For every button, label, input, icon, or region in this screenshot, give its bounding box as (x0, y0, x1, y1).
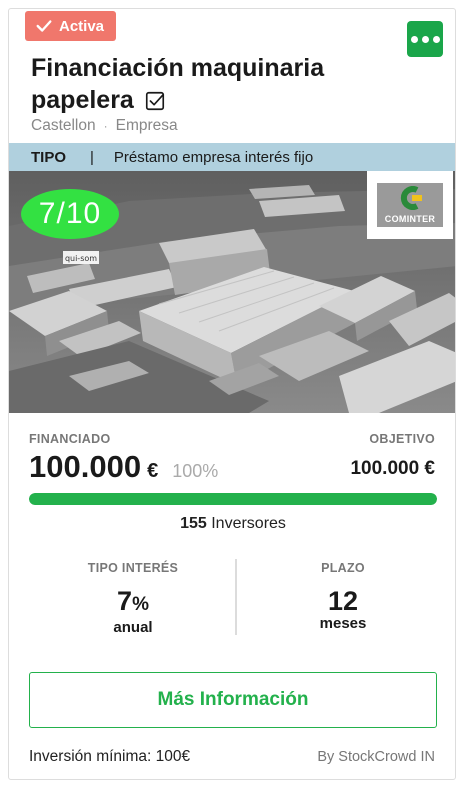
type-bar: TIPO | Préstamo empresa interés fijo (9, 143, 455, 171)
funded-amount: 100.000 € 100% (29, 449, 218, 485)
category-text: Empresa (115, 117, 178, 134)
type-value: Préstamo empresa interés fijo (113, 148, 314, 166)
investors-count: 155 Inversores (9, 515, 455, 533)
interest-percent-symbol: % (132, 594, 149, 615)
objective-amount: 100.000 € (350, 458, 435, 479)
type-label: TIPO (31, 148, 67, 166)
more-info-button[interactable]: Más Información (29, 672, 437, 728)
interest-label: TIPO INTERÉS (87, 561, 179, 575)
term-unit: meses (319, 615, 367, 632)
risk-score-badge: 7/10 (21, 189, 119, 239)
more-dots-icon-2 (421, 35, 429, 43)
platform-text: By StockCrowd IN (317, 749, 435, 765)
cominter-logo-icon: COMINTER (377, 183, 443, 227)
funded-percent: 100% (172, 461, 219, 481)
loan-card: Activa Financiación maquinaria papelera … (8, 8, 456, 780)
funding-progress-fill (29, 493, 437, 505)
logo-text: COMINTER (384, 214, 436, 224)
term-value: 12 (327, 586, 359, 616)
checkbox-checked-icon[interactable] (144, 90, 166, 112)
objective-label: OBJETIVO (369, 432, 435, 446)
status-badge: Activa (25, 11, 117, 41)
type-separator: | (90, 148, 94, 166)
interest-stat: TIPO INTERÉS 7% anual (33, 561, 233, 636)
funded-value: 100.000 (29, 449, 142, 484)
interest-value: 7% (33, 587, 233, 619)
more-dots-icon-3 (432, 35, 440, 43)
term-label: PLAZO (321, 561, 365, 575)
logo-mark (400, 186, 422, 210)
investors-number: 155 (180, 515, 207, 532)
sign-text: qui-som (65, 254, 97, 263)
funding-progress-bar (29, 493, 437, 505)
check-icon (36, 20, 52, 32)
subtitle-separator: · (103, 119, 108, 133)
project-title[interactable]: Financiación maquinaria papelera (31, 52, 371, 116)
more-options-button[interactable] (407, 21, 443, 57)
interest-unit: anual (113, 619, 153, 636)
min-investment-text: Inversión mínima: 100€ (29, 748, 191, 765)
project-subtitle: Castellon · Empresa (31, 117, 178, 135)
risk-score-value: 7/10 (38, 197, 102, 230)
stat-divider (235, 559, 237, 635)
funded-label: FINANCIADO (29, 432, 111, 446)
status-label: Activa (59, 17, 105, 35)
investors-label: Inversores (211, 515, 286, 532)
location-text: Castellon (31, 117, 96, 134)
funded-currency: € (147, 460, 159, 482)
project-title-text: Financiación maquinaria papelera (31, 54, 325, 114)
more-dots-icon (410, 35, 418, 43)
term-stat: PLAZO 12 meses (243, 561, 443, 632)
interest-number: 7 (117, 586, 133, 616)
company-logo: COMINTER (367, 171, 453, 239)
